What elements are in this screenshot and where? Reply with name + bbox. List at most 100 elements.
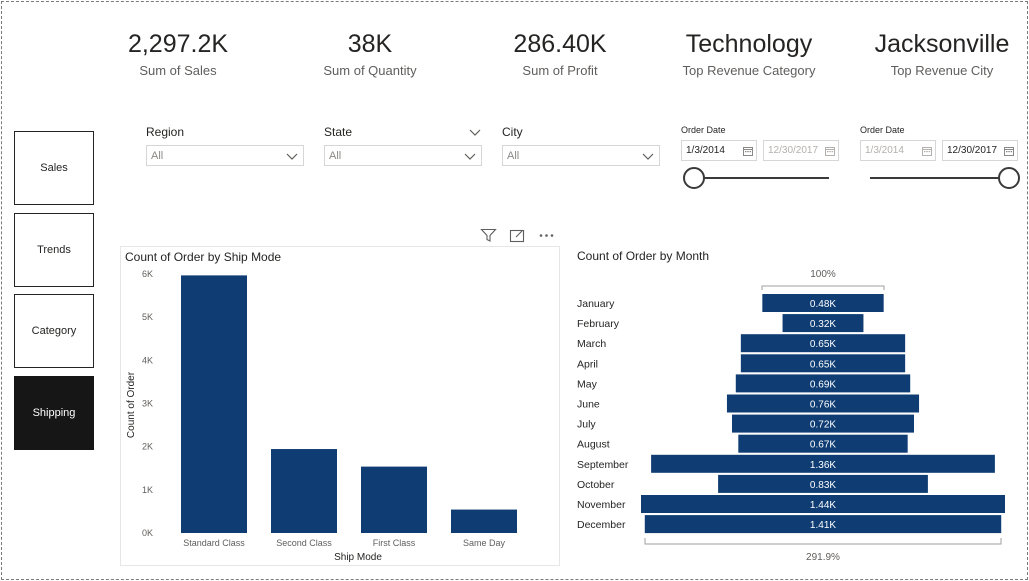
visual-header (480, 228, 555, 243)
month-label: March (577, 338, 606, 350)
chevron-down-icon (642, 153, 654, 160)
y-tick-label: 1K (142, 485, 153, 495)
month-label: February (577, 318, 620, 330)
slider-handle-end[interactable] (998, 167, 1020, 189)
slicer-title: State (324, 125, 353, 139)
city-slicer: City All (502, 124, 660, 166)
date-value: 12/30/2017 (768, 145, 819, 156)
funnel-data-label: 0.32K (810, 319, 836, 330)
start-date-input[interactable]: 1/3/2014 (681, 140, 757, 161)
y-tick-label: 2K (142, 442, 153, 452)
top-percent-label: 100% (810, 269, 836, 280)
month-label: September (577, 459, 629, 471)
x-tick-label: Standard Class (183, 538, 245, 548)
bar (361, 466, 427, 533)
top-percent-bracket (761, 285, 885, 290)
bar-chart-svg: 0K 1K 2K 3K 4K 5K 6K Standard Class Second Class… (126, 269, 517, 563)
kpi-card-top-category: Technology Top Revenue Category (674, 28, 824, 80)
y-tick-label: 3K (142, 399, 153, 409)
date-value: 1/3/2014 (865, 145, 904, 156)
funnel-data-label: 1.41K (810, 520, 836, 531)
chevron-down-icon (464, 153, 476, 160)
month-label: November (577, 499, 626, 511)
calendar-icon[interactable] (1004, 146, 1014, 156)
state-dropdown[interactable]: All (324, 145, 482, 166)
funnel-data-label: 0.76K (810, 400, 836, 411)
funnel-chart-svg: 100% January 0.48K February 0.32K March 0.65K A… (577, 269, 1005, 563)
chevron-down-icon (286, 153, 298, 160)
chart-title: Count of Order by Month (577, 249, 710, 263)
kpi-card-sales: 2,297.2K Sum of Sales (108, 28, 248, 80)
filter-icon[interactable] (480, 228, 497, 243)
kpi-value: Jacksonville (874, 30, 1010, 58)
slider-track (691, 177, 829, 179)
nav-button-trends[interactable]: Trends (14, 213, 94, 287)
slicer-title: Region (146, 125, 185, 139)
nav-button-label: Sales (40, 162, 68, 174)
month-label: May (577, 378, 598, 390)
calendar-icon[interactable] (825, 146, 835, 156)
calendar-icon[interactable] (743, 146, 753, 156)
nav-button-label: Category (31, 325, 77, 337)
calendar-icon[interactable] (922, 146, 932, 156)
y-tick-label: 6K (142, 269, 153, 279)
y-tick-label: 5K (142, 312, 153, 322)
kpi-value: 2,297.2K (127, 30, 229, 58)
funnel-data-label: 0.72K (810, 420, 836, 431)
region-dropdown[interactable]: All (146, 145, 304, 166)
y-tick-label: 0K (142, 528, 153, 538)
funnel-data-label: 0.69K (810, 379, 836, 390)
kpi-label: Top Revenue Category (682, 63, 816, 78)
kpi-value: 286.40K (513, 30, 607, 58)
kpi-label: Sum of Sales (139, 63, 217, 78)
slider-track (870, 177, 1010, 179)
bar (451, 509, 517, 533)
nav-button-label: Trends (37, 244, 71, 256)
dropdown-value: All (507, 149, 520, 162)
bar (181, 275, 247, 533)
y-axis-title: Count of Order (126, 371, 137, 438)
nav-button-shipping[interactable]: Shipping (14, 376, 94, 450)
funnel-data-label: 0.65K (810, 339, 836, 350)
x-tick-label: First Class (373, 538, 416, 548)
nav-button-sales[interactable]: Sales (14, 131, 94, 205)
month-label: January (577, 298, 615, 310)
chevron-down-icon[interactable] (468, 125, 482, 139)
funnel-data-label: 1.44K (810, 500, 836, 511)
region-slicer: Region All (146, 124, 304, 166)
dropdown-value: All (329, 149, 342, 162)
funnel-data-label: 0.65K (810, 359, 836, 370)
nav-button-label: Shipping (32, 407, 76, 419)
bar (271, 449, 337, 533)
start-date-input[interactable]: 1/3/2014 (860, 140, 936, 161)
ship-mode-bar-chart[interactable]: Count of Order by Ship Mode 0K 1K 2K 3K 4K 5K… (120, 246, 560, 566)
kpi-card-quantity: 38K Sum of Quantity (300, 28, 440, 80)
bottom-percent-bracket (644, 538, 1002, 545)
month-label: December (577, 519, 626, 531)
bottom-percent-label: 291.9% (806, 552, 840, 563)
end-date-input[interactable]: 12/30/2017 (942, 140, 1018, 161)
kpi-card-top-city: Jacksonville Top Revenue City (862, 28, 1022, 80)
y-tick-label: 4K (142, 355, 153, 365)
funnel-data-label: 0.67K (810, 440, 836, 451)
month-label: July (577, 419, 596, 431)
kpi-label: Top Revenue City (890, 63, 994, 78)
date-range-slider[interactable] (681, 167, 829, 189)
state-slicer: State All (324, 124, 482, 166)
nav-button-category[interactable]: Category (14, 294, 94, 368)
kpi-value: 38K (347, 30, 393, 58)
date-range-slider[interactable] (860, 167, 1020, 189)
end-date-input[interactable]: 12/30/2017 (763, 140, 839, 161)
slider-handle-start[interactable] (683, 167, 705, 189)
chart-title: Count of Order by Ship Mode (125, 250, 282, 264)
funnel-data-label: 0.48K (810, 299, 836, 310)
city-dropdown[interactable]: All (502, 145, 660, 166)
date-value: 12/30/2017 (947, 145, 998, 156)
kpi-value: Technology (685, 30, 813, 58)
more-options-icon[interactable] (538, 228, 555, 243)
month-funnel-chart[interactable]: Count of Order by Month 100% January 0.48K… (570, 246, 1020, 566)
slicer-title: Order Date (681, 125, 726, 135)
slicer-title: City (502, 125, 523, 139)
focus-mode-icon[interactable] (509, 228, 526, 243)
funnel-data-label: 1.36K (810, 460, 836, 471)
